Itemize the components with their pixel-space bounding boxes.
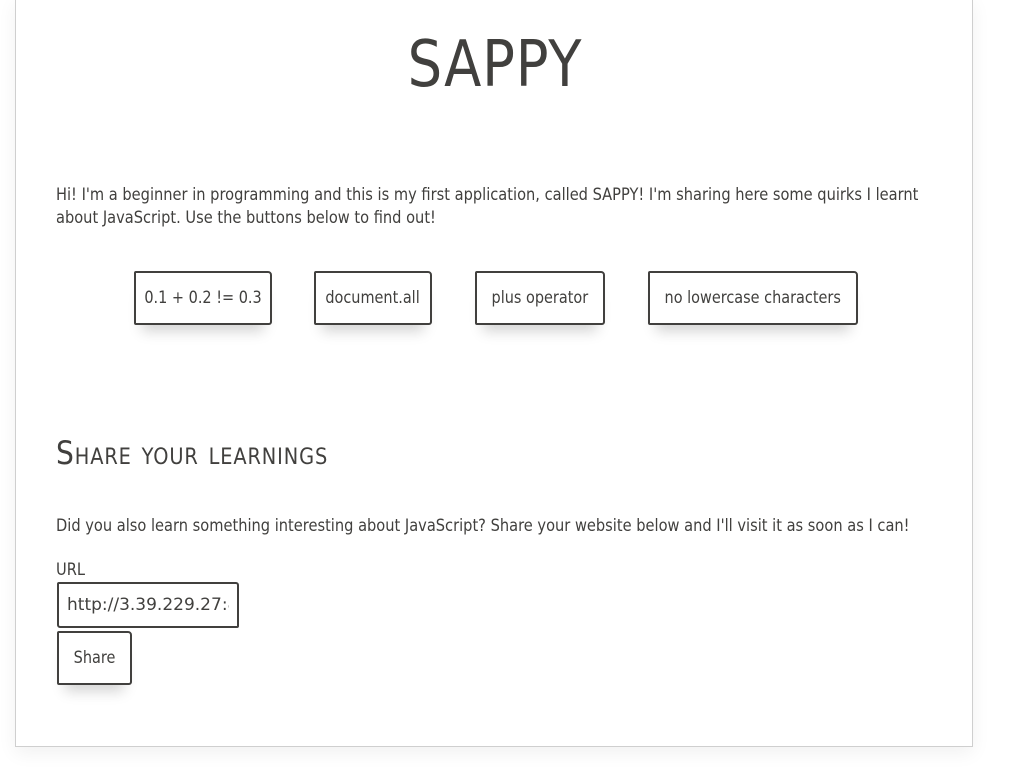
main-card: SAPPY Hi! I'm a beginner in programming … xyxy=(15,0,973,747)
quirk-button-float-label: 0.1 + 0.2 != 0.3 xyxy=(144,288,262,308)
quirk-button-no-lowercase[interactable]: no lowercase characters xyxy=(648,271,858,325)
quirk-button-plus-operator[interactable]: plus operator xyxy=(475,271,605,325)
share-button[interactable]: Share xyxy=(57,631,132,685)
share-heading: Share your learnings xyxy=(56,434,329,472)
quirk-button-plus-operator-label: plus operator xyxy=(491,288,589,308)
intro-text: Hi! I'm a beginner in programming and th… xyxy=(56,185,919,228)
share-description: Did you also learn something interesting… xyxy=(56,516,910,536)
page-title: SAPPY xyxy=(407,28,583,102)
share-button-label: Share xyxy=(73,648,116,668)
url-label: URL xyxy=(56,560,86,580)
quirk-button-document-all[interactable]: document.all xyxy=(314,271,432,325)
url-input[interactable] xyxy=(57,582,239,628)
quirk-button-float[interactable]: 0.1 + 0.2 != 0.3 xyxy=(134,271,272,325)
quirk-button-no-lowercase-label: no lowercase characters xyxy=(664,288,842,308)
quirk-button-document-all-label: document.all xyxy=(325,288,421,308)
